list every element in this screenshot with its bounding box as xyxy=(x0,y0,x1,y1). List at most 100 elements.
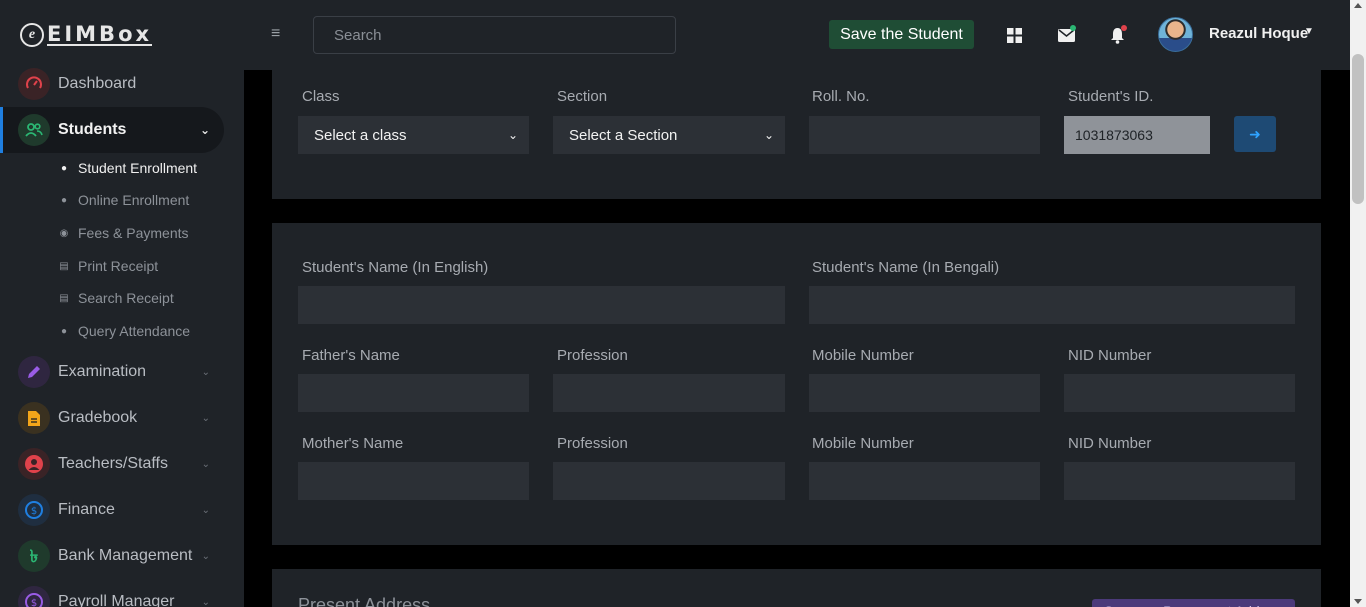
father-name-input[interactable] xyxy=(298,374,529,412)
sidebar-item-label: Payroll Manager xyxy=(58,593,175,607)
document-icon xyxy=(18,402,50,434)
sidebar-subitem-label: Search Receipt xyxy=(78,290,174,306)
section-select-value: Select a Section xyxy=(569,126,678,144)
sidebar-item-label: Bank Management xyxy=(58,547,193,564)
sidebar-item-examination[interactable]: Examination ⌄ xyxy=(0,349,224,395)
sidebar-subitem-query-attendance[interactable]: ● Query Attendance xyxy=(58,323,190,339)
present-address-label: Present Address xyxy=(298,595,431,607)
brand-logo-icon: e xyxy=(20,23,44,47)
users-icon xyxy=(18,114,50,146)
receipt-icon: ▤ xyxy=(59,292,69,304)
student-id-field[interactable]: 1031873063 xyxy=(1064,116,1210,154)
name-bn-label: Student's Name (In Bengali) xyxy=(812,259,1000,276)
chevron-down-icon: ⌄ xyxy=(201,504,210,516)
mother-profession-input[interactable] xyxy=(553,462,785,500)
sidebar-subitem-label: Query Attendance xyxy=(78,323,191,339)
coin-icon: ◉ xyxy=(59,227,69,239)
scrollbar-thumb[interactable] xyxy=(1352,54,1364,204)
caret-down-icon[interactable]: ▼ xyxy=(1304,26,1314,37)
taka-icon: ৳ xyxy=(18,540,50,572)
father-name-label: Father's Name xyxy=(302,347,400,364)
name-en-label: Student's Name (In English) xyxy=(302,259,489,276)
mother-nid-input[interactable] xyxy=(1064,462,1295,500)
svg-text:৳: ৳ xyxy=(30,547,38,565)
sidebar-item-payroll-manager[interactable]: $ Payroll Manager ⌄ xyxy=(0,579,224,607)
sidebar-item-label: Teachers/Staffs xyxy=(58,455,168,472)
class-info-card: Class Select a class ⌄ Section Select a … xyxy=(272,70,1321,199)
mother-profession-label: Profession xyxy=(557,435,628,452)
sidebar-item-label: Finance xyxy=(58,501,115,518)
menu-icon[interactable]: ≡ xyxy=(271,25,280,43)
printer-icon: ▤ xyxy=(59,260,69,272)
mother-name-input[interactable] xyxy=(298,462,529,500)
mother-nid-label: NID Number xyxy=(1068,435,1152,452)
scroll-up-arrow-icon[interactable] xyxy=(1354,3,1362,8)
dollar-icon: $ xyxy=(18,494,50,526)
father-mobile-label: Mobile Number xyxy=(812,347,914,364)
sidebar-item-label: Dashboard xyxy=(58,75,137,92)
sidebar-subitem-student-enrollment[interactable]: ● Student Enrollment xyxy=(58,160,197,176)
brand-text: EIMBox xyxy=(47,22,153,46)
page-scrollbar[interactable] xyxy=(1350,0,1366,607)
class-label: Class xyxy=(302,88,340,105)
dollar-icon: $ xyxy=(18,586,50,607)
scroll-down-arrow-icon[interactable] xyxy=(1354,599,1362,604)
brand[interactable]: e EIMBox xyxy=(0,0,244,70)
sidebar: e EIMBox Dashboard Students ⌄ ● Student … xyxy=(0,0,244,607)
arrow-right-icon: ➜ xyxy=(1249,125,1261,142)
sidebar-item-label: Students xyxy=(58,121,127,138)
sidebar-subitem-search-receipt[interactable]: ▤ Search Receipt xyxy=(58,290,174,306)
sidebar-subitem-label: Fees & Payments xyxy=(78,225,189,241)
section-select[interactable]: Select a Section ⌄ xyxy=(553,116,785,154)
student-id-label: Student's ID. xyxy=(1068,88,1154,105)
name-en-input[interactable] xyxy=(298,286,785,324)
section-label: Section xyxy=(557,88,608,105)
sidebar-item-dashboard[interactable]: Dashboard xyxy=(0,61,224,107)
chevron-down-icon: ⌄ xyxy=(763,128,774,142)
sidebar-subitem-label: Online Enrollment xyxy=(78,192,190,208)
person-icon: ● xyxy=(60,162,68,174)
chevron-down-icon: ⌄ xyxy=(201,458,210,470)
pencil-icon xyxy=(18,356,50,388)
roll-label: Roll. No. xyxy=(812,88,870,105)
apps-grid-icon[interactable] xyxy=(1003,24,1025,46)
sidebar-item-finance[interactable]: $ Finance ⌄ xyxy=(0,487,224,533)
sidebar-subitem-fees-payments[interactable]: ◉ Fees & Payments xyxy=(58,225,189,241)
chevron-down-icon: ⌄ xyxy=(201,412,210,424)
sidebar-item-bank-management[interactable]: ৳ Bank Management ⌄ xyxy=(0,533,224,579)
same-as-permanent-button[interactable]: Same as Permanent Address xyxy=(1092,599,1295,607)
father-nid-label: NID Number xyxy=(1068,347,1152,364)
father-profession-input[interactable] xyxy=(553,374,785,412)
sidebar-subitem-online-enrollment[interactable]: ● Online Enrollment xyxy=(58,192,189,208)
sidebar-subitem-print-receipt[interactable]: ▤ Print Receipt xyxy=(58,258,158,274)
sidebar-subitem-label: Print Receipt xyxy=(78,258,159,274)
user-circle-icon xyxy=(18,448,50,480)
name-bn-input[interactable] xyxy=(809,286,1295,324)
father-profession-label: Profession xyxy=(557,347,628,364)
avatar[interactable] xyxy=(1158,17,1193,52)
svg-text:$: $ xyxy=(31,598,37,607)
mother-mobile-input[interactable] xyxy=(809,462,1040,500)
sidebar-item-students[interactable]: Students ⌄ xyxy=(0,107,224,153)
sidebar-item-label: Gradebook xyxy=(58,409,138,426)
roll-input[interactable] xyxy=(809,116,1040,154)
class-select-value: Select a class xyxy=(314,126,407,144)
search-input[interactable] xyxy=(313,16,676,54)
sidebar-item-teachers-staffs[interactable]: Teachers/Staffs ⌄ xyxy=(0,441,224,487)
chevron-down-icon: ⌄ xyxy=(201,596,210,607)
chevron-down-icon: ⌄ xyxy=(201,550,210,562)
save-student-button[interactable]: Save the Student xyxy=(829,20,974,49)
chevron-down-icon: ⌄ xyxy=(199,123,210,137)
user-name[interactable]: Reazul Hoque xyxy=(1209,25,1308,42)
father-mobile-input[interactable] xyxy=(809,374,1040,412)
father-nid-input[interactable] xyxy=(1064,374,1295,412)
chevron-down-icon: ⌄ xyxy=(201,366,210,378)
class-select[interactable]: Select a class ⌄ xyxy=(298,116,529,154)
message-indicator-dot xyxy=(1070,25,1076,31)
mother-name-label: Mother's Name xyxy=(302,435,404,452)
mother-mobile-label: Mobile Number xyxy=(812,435,914,452)
sidebar-subitem-label: Student Enrollment xyxy=(78,160,198,176)
go-button[interactable]: ➜ xyxy=(1234,116,1276,152)
sidebar-item-gradebook[interactable]: Gradebook ⌄ xyxy=(0,395,224,441)
svg-text:$: $ xyxy=(31,506,37,517)
